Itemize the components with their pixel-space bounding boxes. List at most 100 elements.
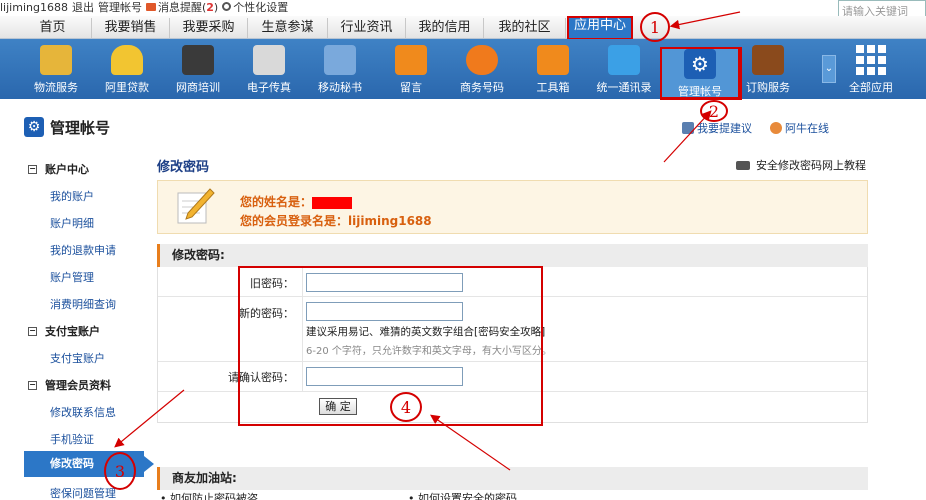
sidebar-section-alipay[interactable]: − 支付宝账户 bbox=[28, 323, 100, 339]
tool-order-service[interactable]: 订购服务 bbox=[735, 45, 801, 97]
username: lijiming1688 bbox=[0, 0, 68, 14]
wrench-icon bbox=[537, 45, 569, 75]
tool-toolbox[interactable]: 工具箱 bbox=[520, 45, 586, 97]
tool-all-apps[interactable]: 全部应用 bbox=[838, 45, 904, 97]
fax-icon bbox=[253, 45, 285, 75]
message-label: 消息提醒( bbox=[157, 1, 207, 14]
page-title: ⚙ 管理帐号 bbox=[24, 115, 110, 139]
personalize-label: 个性化设置 bbox=[233, 1, 289, 14]
tab-business-advisor[interactable]: 生意参谋 bbox=[248, 18, 328, 38]
tool-label: 统一通讯录 bbox=[596, 81, 652, 94]
tab-my-community[interactable]: 我的社区 bbox=[484, 18, 566, 38]
sidebar-item-refund[interactable]: 我的退款申请 bbox=[50, 242, 116, 258]
tutorial-link[interactable]: 安全修改密码网上教程 bbox=[736, 157, 866, 173]
chevron-down-icon[interactable]: ⌄ bbox=[822, 55, 836, 83]
tool-label: 阿里贷款 bbox=[105, 81, 149, 94]
tool-label: 工具箱 bbox=[536, 81, 570, 94]
section-label: 支付宝账户 bbox=[45, 325, 100, 338]
tool-contacts[interactable]: 统一通讯录 bbox=[591, 45, 657, 97]
member-info-box: 您的姓名是： 您的会员登录名是：lijiming1688 bbox=[157, 180, 868, 234]
sidebar-item-my-account[interactable]: 我的账户 bbox=[50, 188, 94, 204]
tool-loan[interactable]: 阿里贷款 bbox=[94, 45, 160, 97]
tutorial-label: 安全修改密码网上教程 bbox=[756, 159, 866, 172]
tab-app-center[interactable]: 应用中心 bbox=[567, 16, 633, 40]
tool-label: 网商培训 bbox=[176, 81, 220, 94]
suggest-link[interactable]: 我要提建议 bbox=[682, 120, 752, 136]
redacted-name bbox=[312, 196, 353, 209]
annotation-number-4: 4 bbox=[390, 392, 422, 422]
contacts-icon bbox=[608, 45, 640, 75]
section-label: 账户中心 bbox=[45, 163, 89, 176]
phone-icon bbox=[466, 45, 498, 75]
mobile-secretary-icon bbox=[324, 45, 356, 75]
message-close-paren: ) bbox=[213, 1, 219, 14]
sidebar-item-consumption[interactable]: 消费明细查询 bbox=[50, 296, 116, 312]
app-toolbar: 物流服务 阿里贷款 网商培训 电子传真 移动秘书 留言 商务号码 工具箱 统一通… bbox=[0, 39, 926, 99]
tool-message[interactable]: 留言 bbox=[378, 45, 444, 97]
header-links: 我要提建议 阿牛在线 bbox=[682, 120, 829, 136]
collapse-icon: − bbox=[28, 379, 37, 390]
tool-label: 留言 bbox=[400, 81, 422, 94]
wrench-icon bbox=[222, 2, 232, 11]
gear-icon: ⚙ bbox=[24, 117, 44, 137]
page-title-text: 管理帐号 bbox=[50, 118, 111, 137]
tab-sell[interactable]: 我要销售 bbox=[92, 18, 170, 38]
member-login-line: 您的会员登录名是：lijiming1688 bbox=[240, 212, 432, 229]
message-icon bbox=[395, 45, 427, 75]
message-count: 2 bbox=[206, 1, 214, 14]
sidebar-item-account-manage[interactable]: 账户管理 bbox=[50, 269, 94, 285]
tab-buy[interactable]: 我要采购 bbox=[170, 18, 248, 38]
name-label: 您的姓名是： bbox=[240, 195, 313, 209]
tool-fax[interactable]: 电子传真 bbox=[236, 45, 302, 97]
tool-mobile-secretary[interactable]: 移动秘书 bbox=[307, 45, 373, 97]
annotation-number-1: 1 bbox=[640, 12, 670, 42]
tool-training[interactable]: 网商培训 bbox=[165, 45, 231, 97]
chat-avatar-icon bbox=[770, 122, 782, 134]
pen-icon bbox=[177, 188, 215, 224]
tool-label: 电子传真 bbox=[247, 81, 291, 94]
tool-business-number[interactable]: 商务号码 bbox=[449, 45, 515, 97]
collapse-icon: − bbox=[28, 325, 37, 336]
sidebar-item-account-details[interactable]: 账户明细 bbox=[50, 215, 94, 231]
suggest-icon bbox=[682, 122, 694, 134]
sidebar-item-contact-info[interactable]: 修改联系信息 bbox=[50, 404, 116, 420]
gold-ingot-icon bbox=[111, 45, 143, 75]
tab-industry-news[interactable]: 行业资讯 bbox=[328, 18, 406, 38]
sidebar-item-security-questions[interactable]: 密保问题管理 bbox=[50, 485, 116, 500]
video-icon bbox=[736, 160, 750, 170]
tool-label: 移动秘书 bbox=[318, 81, 362, 94]
main-nav: 首页 我要销售 我要采购 生意参谋 行业资讯 我的信用 我的社区 应用中心 bbox=[0, 16, 926, 40]
section-label: 管理会员资料 bbox=[45, 379, 111, 392]
tab-home[interactable]: 首页 bbox=[14, 18, 92, 38]
collapse-icon: − bbox=[28, 163, 37, 174]
tool-label: 全部应用 bbox=[849, 81, 893, 94]
change-password-section: 修改密码: bbox=[157, 244, 868, 267]
tool-label: 物流服务 bbox=[34, 81, 78, 94]
login-value: lijiming1688 bbox=[348, 214, 432, 228]
tip-link-secure-password[interactable]: • 如何设置安全的密码 bbox=[408, 490, 517, 500]
annotation-number-2: 2 bbox=[700, 100, 728, 122]
personalize-link[interactable]: 个性化设置 bbox=[222, 0, 288, 15]
sidebar-item-alipay-account[interactable]: 支付宝账户 bbox=[50, 350, 105, 366]
annotation-number-3: 3 bbox=[104, 452, 136, 490]
member-name-line: 您的姓名是： bbox=[240, 193, 353, 210]
manage-account-link[interactable]: 管理帐号 bbox=[98, 0, 142, 15]
aliwangwang-link[interactable]: 阿牛在线 bbox=[770, 120, 829, 136]
tool-logistics[interactable]: 物流服务 bbox=[23, 45, 89, 97]
login-label: 您的会员登录名是： bbox=[240, 214, 349, 228]
main-title: 修改密码 bbox=[157, 160, 210, 175]
message-link[interactable]: 消息提醒(2) bbox=[145, 0, 219, 15]
top-bar: lijiming1688 退出 管理帐号 消息提醒(2) 个性化设置 请输入关键… bbox=[0, 0, 926, 18]
sidebar-section-account-center[interactable]: − 账户中心 bbox=[28, 161, 89, 177]
aliwangwang-label: 阿牛在线 bbox=[785, 122, 829, 135]
tool-label: 订购服务 bbox=[746, 81, 790, 94]
annotation-box-2 bbox=[660, 47, 742, 100]
sidebar-item-phone-verify[interactable]: 手机验证 bbox=[50, 431, 94, 447]
logout-link[interactable]: 退出 bbox=[72, 0, 94, 15]
sidebar-section-member-info[interactable]: − 管理会员资料 bbox=[28, 377, 111, 393]
graduation-cap-icon bbox=[182, 45, 214, 75]
tip-link-prevent-theft[interactable]: • 如何防止密码被盗 bbox=[160, 490, 258, 500]
grid-icon bbox=[855, 45, 887, 75]
tab-my-credit[interactable]: 我的信用 bbox=[406, 18, 484, 38]
mail-icon bbox=[145, 3, 156, 11]
